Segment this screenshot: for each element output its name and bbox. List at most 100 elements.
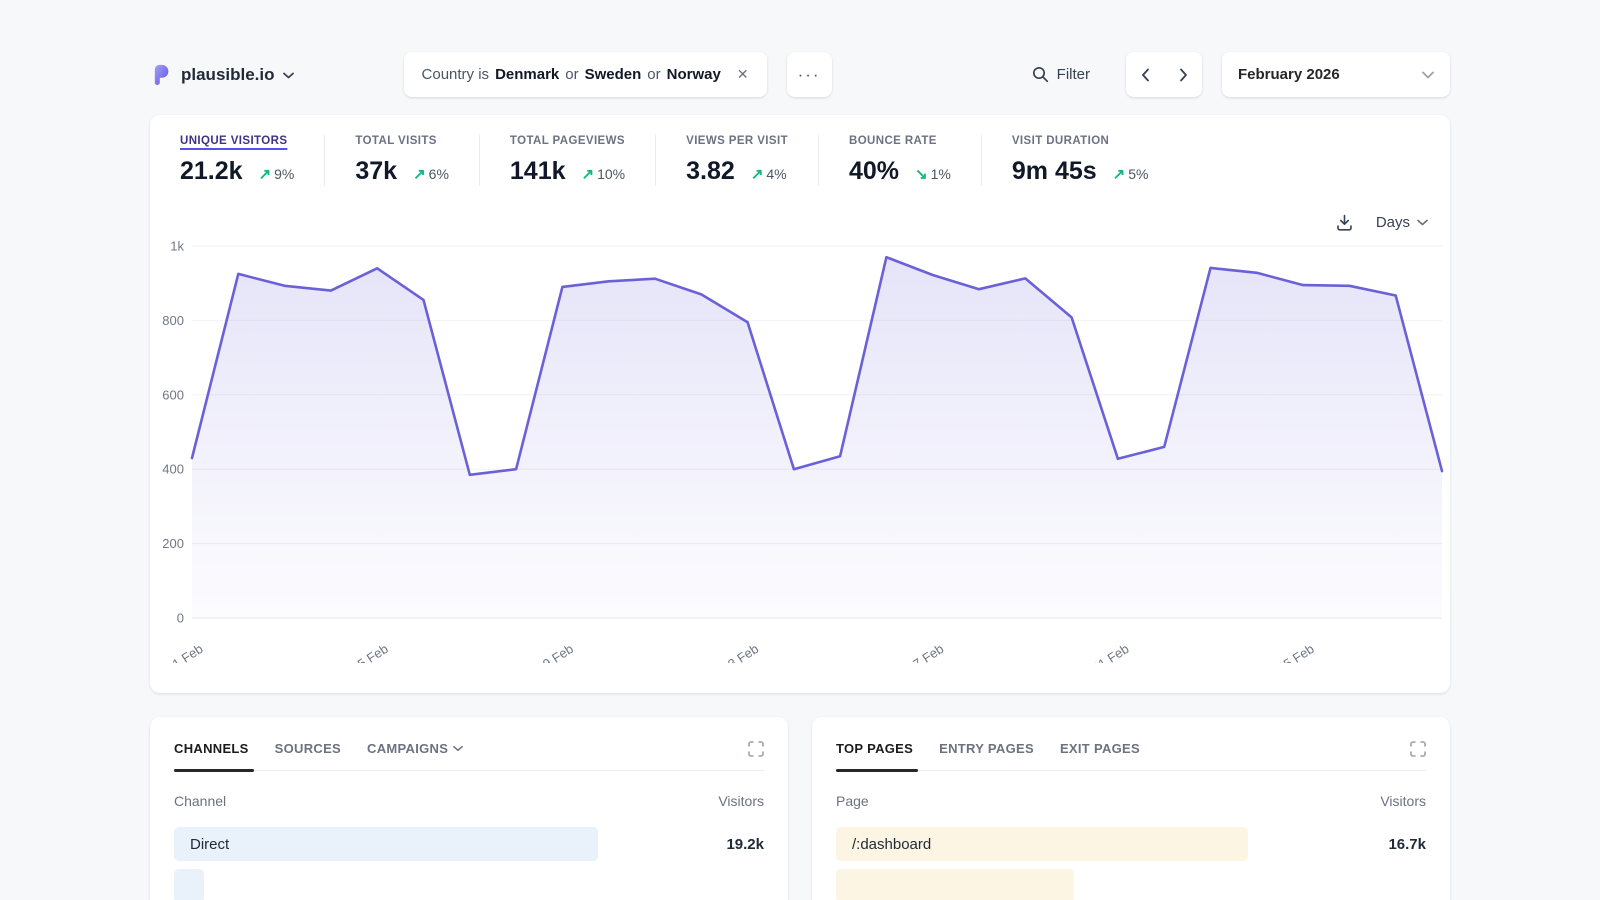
- interval-dropdown[interactable]: Days: [1376, 214, 1428, 231]
- trend-up-icon: ↗: [1113, 166, 1126, 183]
- channel-row-direct[interactable]: Direct 19.2k: [174, 827, 764, 861]
- date-range-label: February 2026: [1238, 66, 1340, 83]
- channel-name: Direct: [174, 836, 229, 853]
- svg-text:600: 600: [162, 387, 184, 402]
- stat-value: 21.2k: [180, 157, 243, 186]
- channels-card: CHANNELS SOURCES CAMPAIGNS Channel Visit…: [150, 717, 788, 900]
- svg-text:1 Feb: 1 Feb: [170, 641, 206, 663]
- trend-down-icon: ↘: [915, 166, 928, 183]
- filter-country-2: Sweden: [585, 66, 642, 83]
- stat-value: 37k: [355, 157, 397, 186]
- top-bar: plausible.io Country is Denmark or Swede…: [150, 52, 1450, 97]
- stat-change: 1%: [931, 166, 951, 182]
- stat-visit-duration[interactable]: VISIT DURATION 9m 45s ↗5%: [1012, 135, 1179, 186]
- stat-change: 10%: [597, 166, 625, 182]
- stat-label: VIEWS PER VISIT: [686, 135, 788, 147]
- svg-text:13 Feb: 13 Feb: [719, 641, 761, 663]
- filter-country-3: Norway: [667, 66, 721, 83]
- more-options-button[interactable]: ···: [787, 52, 832, 97]
- site-name: plausible.io: [181, 65, 275, 85]
- pages-card: TOP PAGES ENTRY PAGES EXIT PAGES Page Vi…: [812, 717, 1450, 900]
- svg-text:25 Feb: 25 Feb: [1275, 641, 1317, 663]
- page-name: /:dashboard: [836, 836, 931, 853]
- chevron-down-icon: [1417, 219, 1428, 226]
- stat-change: 4%: [766, 166, 786, 182]
- stat-value: 40%: [849, 157, 899, 186]
- stat-label: VISIT DURATION: [1012, 135, 1149, 147]
- page-row-dashboard[interactable]: /:dashboard 16.7k: [836, 827, 1426, 861]
- svg-text:5 Feb: 5 Feb: [355, 641, 391, 663]
- channel-row-partial[interactable]: [174, 869, 764, 900]
- stat-value: 141k: [510, 157, 566, 186]
- active-filter-pill[interactable]: Country is Denmark or Sweden or Norway ✕: [404, 52, 767, 97]
- prev-period-button[interactable]: [1126, 52, 1164, 97]
- download-export-button[interactable]: [1335, 213, 1354, 232]
- svg-text:400: 400: [162, 462, 184, 477]
- stat-change: 5%: [1128, 166, 1148, 182]
- filter-pill-or: or: [565, 66, 578, 83]
- stat-views-per-visit[interactable]: VIEWS PER VISIT 3.82 ↗4%: [686, 135, 819, 186]
- chevron-down-icon: [453, 745, 463, 752]
- plausible-logo-icon: [150, 63, 173, 86]
- analytics-card: UNIQUE VISITORS 21.2k ↗9% TOTAL VISITS 3…: [150, 115, 1450, 693]
- filter-button[interactable]: Filter: [1032, 66, 1090, 83]
- stats-row: UNIQUE VISITORS 21.2k ↗9% TOTAL VISITS 3…: [150, 115, 1450, 186]
- filter-country-1: Denmark: [495, 66, 559, 83]
- svg-text:17 Feb: 17 Feb: [904, 641, 946, 663]
- stat-label: UNIQUE VISITORS: [180, 135, 294, 147]
- search-icon: [1032, 66, 1049, 83]
- expand-details-icon[interactable]: [748, 741, 764, 762]
- svg-text:800: 800: [162, 313, 184, 328]
- filter-button-label: Filter: [1057, 66, 1090, 83]
- tab-sources[interactable]: SOURCES: [275, 741, 341, 756]
- stat-value: 9m 45s: [1012, 157, 1097, 186]
- svg-text:0: 0: [177, 611, 184, 626]
- svg-text:1k: 1k: [170, 239, 184, 254]
- stat-total-pageviews[interactable]: TOTAL PAGEVIEWS 141k ↗10%: [510, 135, 656, 186]
- tab-campaigns[interactable]: CAMPAIGNS: [367, 741, 463, 756]
- visitors-chart: 0 200 400 600 800 1k 1 Feb 5 Feb 9 Feb 13 Feb 17 F…: [150, 233, 1450, 663]
- date-nav: [1126, 52, 1202, 97]
- stat-bounce-rate[interactable]: BOUNCE RATE 40% ↘1%: [849, 135, 982, 186]
- trend-up-icon: ↗: [582, 166, 595, 183]
- svg-text:200: 200: [162, 536, 184, 551]
- tab-exit-pages[interactable]: EXIT PAGES: [1060, 741, 1140, 756]
- column-header-name: Page: [836, 793, 869, 809]
- tab-top-pages[interactable]: TOP PAGES: [836, 741, 913, 756]
- svg-text:9 Feb: 9 Feb: [540, 641, 576, 663]
- stat-label: TOTAL PAGEVIEWS: [510, 135, 625, 147]
- site-switcher[interactable]: plausible.io: [150, 63, 294, 86]
- row-bar: [174, 827, 598, 861]
- filter-pill-prefix: Country is: [422, 66, 490, 83]
- filter-pill-or: or: [647, 66, 660, 83]
- column-header-visitors: Visitors: [718, 793, 764, 809]
- stat-change: 9%: [274, 166, 294, 182]
- svg-text:21 Feb: 21 Feb: [1089, 641, 1131, 663]
- trend-up-icon: ↗: [259, 166, 272, 183]
- expand-details-icon[interactable]: [1410, 741, 1426, 762]
- row-bar: [836, 869, 1074, 900]
- stat-label: BOUNCE RATE: [849, 135, 951, 147]
- column-header-name: Channel: [174, 793, 226, 809]
- stat-unique-visitors[interactable]: UNIQUE VISITORS 21.2k ↗9%: [180, 135, 325, 186]
- chevron-down-icon: [283, 66, 294, 84]
- page-row-partial[interactable]: [836, 869, 1426, 900]
- chevron-down-icon: [1422, 71, 1434, 79]
- stat-total-visits[interactable]: TOTAL VISITS 37k ↗6%: [355, 135, 480, 186]
- tab-entry-pages[interactable]: ENTRY PAGES: [939, 741, 1034, 756]
- channel-visitors: 19.2k: [726, 836, 764, 853]
- column-header-visitors: Visitors: [1380, 793, 1426, 809]
- interval-label: Days: [1376, 214, 1410, 231]
- stat-change: 6%: [429, 166, 449, 182]
- stat-value: 3.82: [686, 157, 735, 186]
- tab-channels[interactable]: CHANNELS: [174, 741, 249, 756]
- date-range-picker[interactable]: February 2026: [1222, 52, 1450, 97]
- next-period-button[interactable]: [1164, 52, 1202, 97]
- stat-label: TOTAL VISITS: [355, 135, 449, 147]
- trend-up-icon: ↗: [751, 166, 764, 183]
- remove-filter-icon[interactable]: ✕: [737, 66, 749, 83]
- tab-campaigns-label: CAMPAIGNS: [367, 741, 448, 756]
- trend-up-icon: ↗: [413, 166, 426, 183]
- page-visitors: 16.7k: [1388, 836, 1426, 853]
- row-bar: [174, 869, 204, 900]
